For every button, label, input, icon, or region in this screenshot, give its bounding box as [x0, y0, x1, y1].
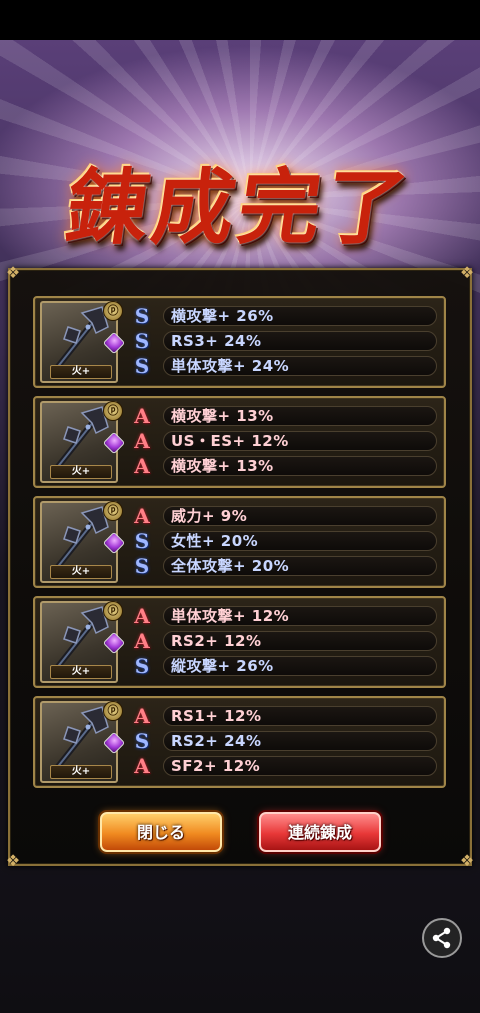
- ability-text: 縦攻撃+ 26%: [171, 657, 274, 675]
- refine-result-card: 火+ ⓟ A 威力+ 9% S 女性+ 20% S 全体攻撃+ 20%: [33, 496, 446, 588]
- ability-text: 単体攻撃+ 24%: [171, 357, 290, 375]
- result-title: 錬成完了: [60, 159, 418, 256]
- ability-row: S 女性+ 20%: [131, 530, 444, 552]
- ability-text: 横攻撃+ 13%: [171, 407, 274, 425]
- close-button[interactable]: 閉じる: [100, 812, 222, 852]
- ability-text: RS3+ 24%: [171, 332, 262, 350]
- ability-text: RS2+ 24%: [171, 732, 262, 750]
- ability-row: A RS2+ 12%: [131, 630, 444, 652]
- continue-refine-button[interactable]: 連続錬成: [259, 812, 381, 852]
- ability-text: 横攻撃+ 26%: [171, 307, 274, 325]
- rank-badge-icon: A: [134, 704, 150, 728]
- refine-result-card: 火+ ⓟ A 横攻撃+ 13% A US・ES+ 12% A 横攻撃+ 13%: [33, 396, 446, 488]
- rarity-icon: ⓟ: [103, 401, 123, 421]
- ability-text: SF2+ 12%: [171, 757, 261, 775]
- rank-badge-icon: S: [134, 529, 150, 553]
- ability-text: 単体攻撃+ 12%: [171, 607, 290, 625]
- share-icon: [432, 927, 451, 949]
- ability-text: US・ES+ 12%: [171, 432, 289, 450]
- rank-badge-icon: A: [134, 429, 150, 453]
- rarity-icon: ⓟ: [103, 601, 123, 621]
- rank-badge-icon: A: [134, 754, 150, 778]
- rank-badge-icon: A: [134, 454, 150, 478]
- ability-row: A 単体攻撃+ 12%: [131, 605, 444, 627]
- rank-badge-icon: S: [134, 729, 150, 753]
- rarity-icon: ⓟ: [103, 701, 123, 721]
- element-label: 火+: [50, 465, 112, 479]
- ability-text: 威力+ 9%: [171, 507, 248, 525]
- ability-row: S 全体攻撃+ 20%: [131, 555, 444, 577]
- refine-result-card: 火+ ⓟ S 横攻撃+ 26% S RS3+ 24% S 単体攻撃+ 24%: [33, 296, 446, 388]
- refine-result-card: 火+ ⓟ A 単体攻撃+ 12% A RS2+ 12% S 縦攻撃+ 26%: [33, 596, 446, 688]
- rank-badge-icon: A: [134, 604, 150, 628]
- ability-text: 女性+ 20%: [171, 532, 259, 550]
- ability-row: A SF2+ 12%: [131, 755, 444, 777]
- ability-text: 横攻撃+ 13%: [171, 457, 274, 475]
- share-button[interactable]: [422, 918, 462, 958]
- ability-row: S 単体攻撃+ 24%: [131, 355, 444, 377]
- rank-badge-icon: A: [134, 629, 150, 653]
- element-label: 火+: [50, 665, 112, 679]
- rarity-icon: ⓟ: [103, 301, 123, 321]
- rank-badge-icon: S: [134, 354, 150, 378]
- corner-ornament-icon: ❖: [5, 851, 21, 870]
- ability-row: A US・ES+ 12%: [131, 430, 444, 452]
- corner-ornament-icon: ❖: [459, 263, 475, 282]
- ability-text: RS2+ 12%: [171, 632, 262, 650]
- rank-badge-icon: A: [134, 404, 150, 428]
- rank-badge-icon: A: [134, 504, 150, 528]
- element-label: 火+: [50, 565, 112, 579]
- element-label: 火+: [50, 365, 112, 379]
- rank-badge-icon: S: [134, 654, 150, 678]
- status-bar: [0, 0, 480, 40]
- element-label: 火+: [50, 765, 112, 779]
- ability-text: RS1+ 12%: [171, 707, 262, 725]
- ability-row: A 威力+ 9%: [131, 505, 444, 527]
- ability-row: S RS2+ 24%: [131, 730, 444, 752]
- rank-badge-icon: S: [134, 329, 150, 353]
- ability-row: S RS3+ 24%: [131, 330, 444, 352]
- rank-badge-icon: S: [134, 304, 150, 328]
- ability-row: A 横攻撃+ 13%: [131, 405, 444, 427]
- corner-ornament-icon: ❖: [459, 851, 475, 870]
- ability-row: A 横攻撃+ 13%: [131, 455, 444, 477]
- corner-ornament-icon: ❖: [5, 263, 21, 282]
- ability-row: A RS1+ 12%: [131, 705, 444, 727]
- rarity-icon: ⓟ: [103, 501, 123, 521]
- rank-badge-icon: S: [134, 554, 150, 578]
- ability-row: S 横攻撃+ 26%: [131, 305, 444, 327]
- ability-text: 全体攻撃+ 20%: [171, 557, 290, 575]
- ability-row: S 縦攻撃+ 26%: [131, 655, 444, 677]
- refine-result-card: 火+ ⓟ A RS1+ 12% S RS2+ 24% A SF2+ 12%: [33, 696, 446, 788]
